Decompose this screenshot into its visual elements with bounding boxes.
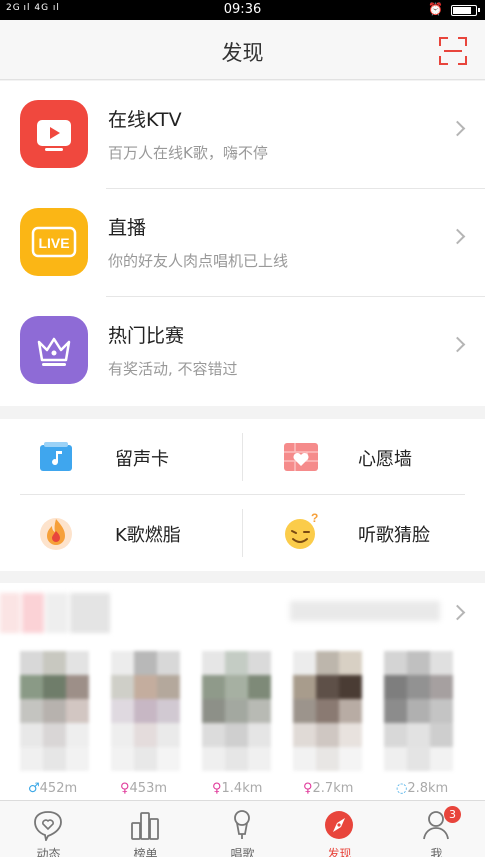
battery-icon (451, 5, 480, 16)
nearby-blurred-title (290, 601, 440, 621)
chevron-right-icon (449, 120, 466, 137)
wink-face-icon: ? (285, 511, 318, 549)
flame-icon (40, 518, 72, 550)
nearby-blurred-header (0, 583, 230, 638)
tab-ranking[interactable]: 榜单 (97, 801, 194, 857)
chevron-right-icon (449, 228, 466, 245)
page-title: 发现 (221, 41, 264, 65)
live-card[interactable]: LIVE 直播 你的好友人肉点唱机已上线 (0, 189, 485, 297)
tab-label: 动态 (36, 847, 61, 857)
distance-label: ◌2.8km (396, 781, 449, 796)
tab-me[interactable]: 3 我 (388, 801, 485, 857)
scan-icon[interactable] (439, 37, 467, 65)
compass-icon (325, 811, 353, 839)
avatar[interactable] (20, 651, 90, 771)
grid-item-calorie[interactable]: K歌燃脂 (0, 495, 242, 571)
card-subtitle: 百万人在线K歌，嗨不停 (108, 144, 268, 162)
avatar[interactable] (293, 651, 363, 771)
card-subtitle: 有奖活动, 不容错过 (108, 360, 238, 378)
svg-text:?: ? (311, 511, 318, 525)
live-badge-text: LIVE (38, 235, 69, 251)
avatar[interactable] (111, 651, 181, 771)
distance-label: ♀1.4km (212, 781, 263, 796)
card-title: 热门比赛 (108, 325, 185, 347)
grid-item-guess-face[interactable]: ? 听歌猜脸 (243, 495, 485, 571)
feature-list: 在线KTV 百万人在线K歌，嗨不停 LIVE 直播 你的好友人肉点唱机已上线 热… (0, 81, 485, 406)
live-icon: LIVE (20, 208, 88, 276)
avatar[interactable] (384, 651, 454, 771)
status-time: 09:36 (223, 2, 262, 17)
music-card-icon (40, 442, 72, 471)
chevron-right-icon (449, 336, 466, 353)
grid-item-label: 留声卡 (115, 449, 169, 470)
card-subtitle: 你的好友人肉点唱机已上线 (108, 252, 289, 270)
tab-label: 唱歌 (230, 847, 255, 857)
bottom-tab-bar: 动态 榜单 唱歌 发现 3 我 (0, 800, 485, 857)
distance-label: ♀453m (120, 781, 168, 796)
status-bar: 2G ıl 4G ıl 09:36 ⏰ (0, 0, 485, 20)
tab-label: 我 (430, 847, 443, 857)
alarm-icon: ⏰ (428, 2, 443, 16)
avatar[interactable] (202, 651, 272, 771)
grid-item-heart-wall[interactable]: 心愿墙 (243, 419, 485, 495)
crown-icon (20, 316, 88, 384)
ranking-icon (131, 812, 159, 840)
distance-label: ♂452m (28, 781, 78, 796)
grid-item-music-card[interactable]: 留声卡 (0, 419, 242, 495)
tab-label: 发现 (327, 847, 352, 857)
card-title: 在线KTV (108, 109, 182, 131)
nearby-avatar-row (20, 651, 465, 771)
tab-sing[interactable]: 唱歌 (194, 801, 291, 857)
contest-card[interactable]: 热门比赛 有奖活动, 不容错过 (0, 297, 485, 405)
ktv-play-icon (20, 100, 88, 168)
chevron-right-icon (449, 604, 466, 621)
grid-item-label: 心愿墙 (358, 449, 412, 470)
card-title: 直播 (108, 217, 147, 239)
heart-chat-icon (34, 811, 62, 841)
feature-grid: 留声卡 心愿墙 K歌燃脂 ? 听歌猜脸 (0, 419, 485, 571)
grid-item-label: 听歌猜脸 (358, 525, 430, 546)
microphone-icon (234, 810, 250, 839)
tab-discover[interactable]: 发现 (291, 801, 388, 857)
nearby-section[interactable]: ♂452m ♀453m ♀1.4km ♀2.7km ◌2.8km (0, 583, 485, 800)
tab-feed[interactable]: 动态 (0, 801, 97, 857)
ktv-card[interactable]: 在线KTV 百万人在线K歌，嗨不停 (0, 81, 485, 189)
page-header: 发现 (0, 20, 485, 80)
notification-badge: 3 (444, 806, 461, 823)
grid-item-label: K歌燃脂 (115, 525, 181, 546)
tab-label: 榜单 (133, 847, 158, 857)
distance-label: ♀2.7km (303, 781, 354, 796)
heart-wall-icon (284, 443, 318, 471)
